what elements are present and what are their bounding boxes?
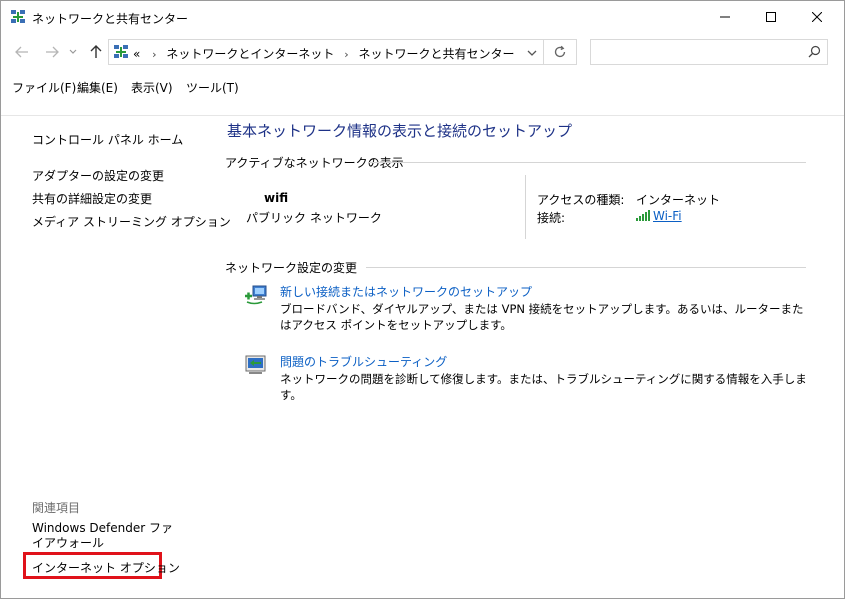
breadcrumb-network-internet[interactable]: ネットワークとインターネット bbox=[166, 47, 334, 61]
new-connection-description: ブロードバンド、ダイヤルアップ、または VPN 接続をセットアップします。あるい… bbox=[280, 302, 804, 332]
search-box[interactable] bbox=[590, 39, 828, 65]
network-center-icon bbox=[10, 9, 26, 25]
troubleshoot-description: ネットワークの問題を診断して修復します。または、トラブルシューティングに関する情… bbox=[280, 372, 807, 402]
wifi-connection-link[interactable]: Wi-Fi bbox=[653, 209, 682, 223]
network-type-link[interactable]: パブリック ネットワーク bbox=[246, 209, 382, 226]
network-divider bbox=[525, 175, 526, 239]
network-settings-heading: ネットワーク設定の変更 bbox=[225, 261, 358, 275]
title-bar: ネットワークと共有センター bbox=[1, 1, 844, 33]
sidebar-control-panel-home[interactable]: コントロール パネル ホーム bbox=[32, 131, 183, 148]
sidebar-item-adapter-settings[interactable]: アダプターの設定の変更 bbox=[32, 167, 164, 184]
search-input[interactable] bbox=[595, 43, 799, 63]
menu-bar: ファイル(F) 編集(E) 表示(V) ツール(T) bbox=[1, 75, 844, 97]
related-windows-defender-firewall[interactable]: Windows Defender ファイアウォール bbox=[32, 521, 177, 551]
section-divider bbox=[369, 162, 806, 163]
breadcrumb-overflow[interactable]: « bbox=[133, 47, 140, 61]
new-connection-icon bbox=[244, 283, 268, 307]
search-icon[interactable] bbox=[808, 45, 821, 61]
breadcrumb-network-sharing-center[interactable]: ネットワークと共有センター bbox=[358, 47, 514, 61]
breadcrumb-separator[interactable]: › bbox=[152, 48, 156, 61]
menu-view[interactable]: 表示(V) bbox=[131, 79, 173, 96]
menu-edit[interactable]: 編集(E) bbox=[77, 79, 118, 96]
network-name: wifi bbox=[264, 191, 289, 205]
breadcrumb: « › ネットワークとインターネット › ネットワークと共有センター bbox=[133, 45, 515, 62]
refresh-icon bbox=[554, 45, 566, 58]
close-button[interactable] bbox=[794, 1, 840, 33]
new-connection-link[interactable]: 新しい接続またはネットワークのセットアップ bbox=[280, 283, 532, 300]
recent-locations-dropdown[interactable] bbox=[66, 41, 80, 63]
related-heading: 関連項目 bbox=[32, 501, 81, 515]
maximize-button[interactable] bbox=[748, 1, 794, 33]
refresh-button[interactable] bbox=[544, 39, 577, 65]
menu-tools[interactable]: ツール(T) bbox=[186, 79, 239, 96]
minimize-button[interactable] bbox=[702, 1, 748, 33]
troubleshoot-icon bbox=[244, 353, 268, 377]
access-type-label: アクセスの種類: bbox=[537, 193, 625, 207]
menu-file[interactable]: ファイル(F) bbox=[12, 79, 76, 96]
chevron-down-icon[interactable] bbox=[527, 46, 537, 60]
page-title: 基本ネットワーク情報の表示と接続のセットアップ bbox=[227, 122, 573, 140]
wifi-signal-icon bbox=[636, 210, 650, 221]
window-title: ネットワークと共有センター bbox=[32, 12, 189, 26]
troubleshoot-link[interactable]: 問題のトラブルシューティング bbox=[280, 353, 447, 370]
section-divider bbox=[366, 267, 806, 268]
navigation-bar: « › ネットワークとインターネット › ネットワークと共有センター bbox=[1, 37, 844, 69]
sidebar-item-media-streaming[interactable]: メディア ストリーミング オプション bbox=[32, 213, 231, 230]
related-internet-options[interactable]: インターネット オプション bbox=[32, 559, 180, 576]
internet-options-highlight[interactable]: インターネット オプション bbox=[23, 552, 180, 579]
sidebar: コントロール パネル ホーム アダプターの設定の変更 共有の詳細設定の変更 メデ… bbox=[1, 116, 231, 598]
connection-label: 接続: bbox=[537, 211, 566, 225]
back-button[interactable] bbox=[11, 41, 33, 63]
network-location-icon bbox=[113, 44, 129, 60]
main-content: 基本ネットワーク情報の表示と接続のセットアップ アクティブなネットワークの表示 … bbox=[211, 116, 844, 598]
breadcrumb-separator[interactable]: › bbox=[344, 48, 348, 61]
access-type-value: インターネット bbox=[636, 193, 721, 207]
forward-button[interactable] bbox=[41, 41, 63, 63]
sidebar-item-advanced-sharing[interactable]: 共有の詳細設定の変更 bbox=[32, 190, 152, 207]
connection-value[interactable]: Wi-Fi bbox=[636, 209, 682, 223]
address-bar[interactable]: « › ネットワークとインターネット › ネットワークと共有センター bbox=[108, 39, 544, 65]
up-button[interactable] bbox=[85, 41, 107, 63]
network-sharing-center-window: ネットワークと共有センター « › ネットワークとインターネット › ネットワー… bbox=[0, 0, 845, 599]
